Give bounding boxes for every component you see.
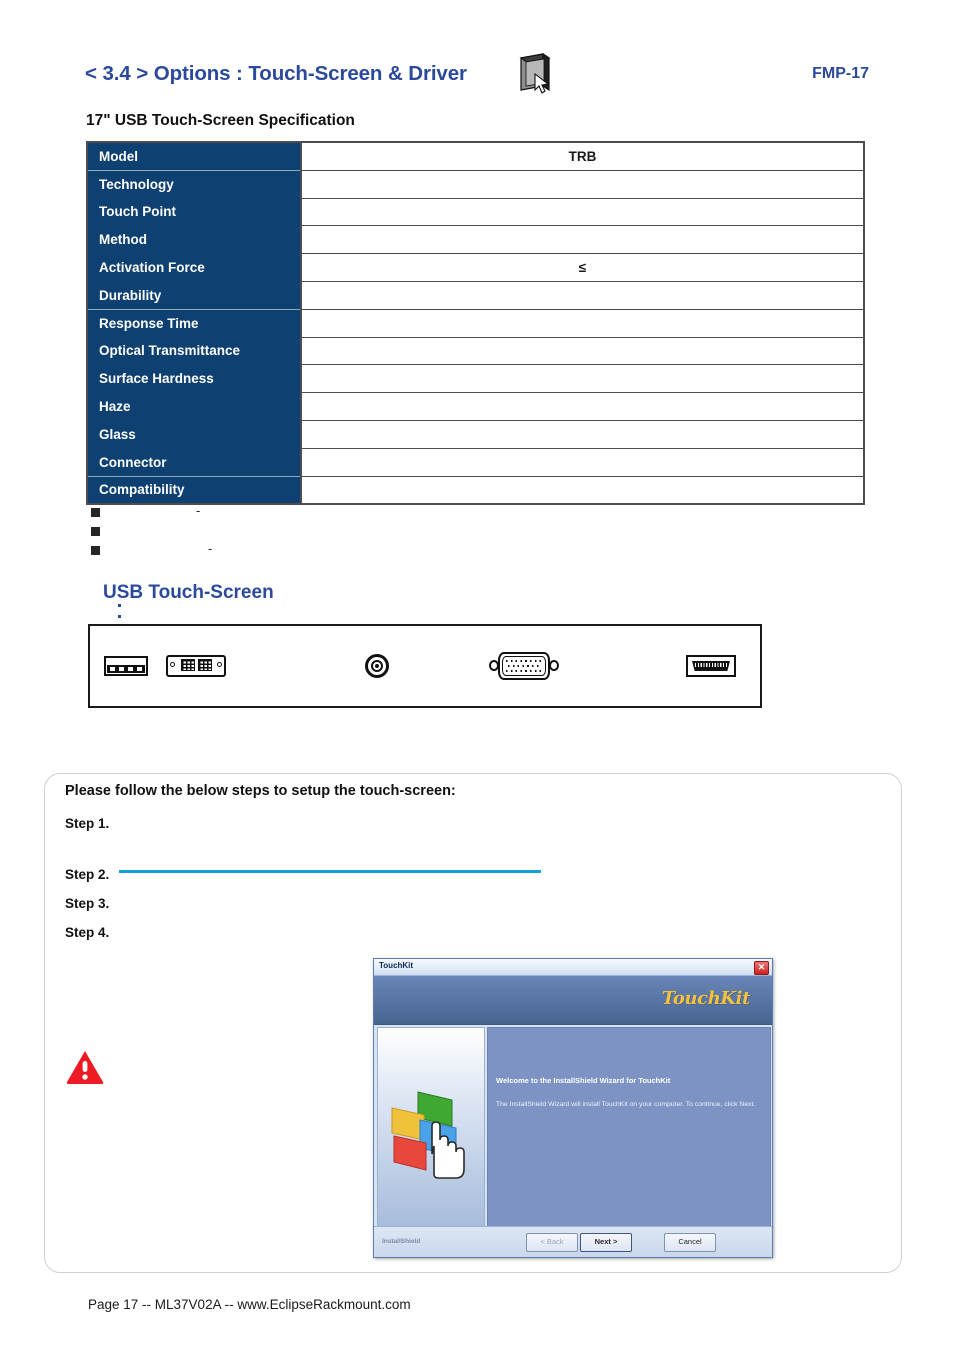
list-item: [86, 522, 586, 541]
step-2-label: Step 2.: [65, 867, 110, 882]
dialog-description: The InstallShield Wizard will install To…: [496, 1101, 756, 1108]
bnc-connector: [365, 654, 389, 678]
spec-row-label: Model: [87, 142, 302, 171]
spec-row-label: Connector: [87, 448, 302, 477]
monitor-cursor-icon: [513, 52, 557, 96]
table-row: Touch Point: [87, 198, 864, 227]
table-row: Activation Force ≤: [87, 253, 864, 282]
terminal-block-connector: [104, 656, 148, 676]
spec-table-body: Model TRB Technology Touch Point Method …: [87, 142, 864, 505]
spec-row-label: Surface Hardness: [87, 364, 302, 394]
table-row: Connector: [87, 448, 864, 477]
spec-row-value: [301, 392, 864, 421]
spec-row-value: [301, 309, 864, 338]
spec-row-value: [301, 364, 864, 394]
back-button[interactable]: < Back: [526, 1233, 578, 1252]
windows-panels-hand-icon: [391, 1091, 465, 1179]
connector-panel-heading: USB Touch-Screen: [103, 582, 274, 603]
note-text: -: [208, 541, 213, 556]
spec-row-label: Response Time: [87, 309, 302, 338]
dialog-welcome-heading: Welcome to the InstallShield Wizard for …: [496, 1076, 671, 1085]
cancel-button[interactable]: Cancel: [664, 1233, 716, 1252]
spec-row-label: Technology: [87, 170, 302, 199]
table-row: Optical Transmittance: [87, 337, 864, 366]
spec-row-label: Method: [87, 225, 302, 255]
spec-row-label: Durability: [87, 281, 302, 310]
table-row: Model TRB: [87, 142, 864, 171]
page-title: < 3.4 > Options : Touch-Screen & Driver: [85, 62, 467, 85]
spec-row-label: Haze: [87, 392, 302, 421]
spec-row-value: [301, 476, 864, 505]
spec-row-label: Compatibility: [87, 476, 302, 505]
dialog-banner: TouchKit: [374, 976, 772, 1025]
notes-list: - -: [86, 503, 586, 560]
dialog-content-pane: Welcome to the InstallShield Wizard for …: [487, 1027, 771, 1227]
spec-row-label: Activation Force: [87, 253, 302, 282]
spec-row-label: Touch Point: [87, 198, 302, 227]
touchscreen-spec-table: Model TRB Technology Touch Point Method …: [86, 141, 865, 506]
step-3-label: Step 3.: [65, 896, 110, 911]
spec-row-value: [301, 198, 864, 227]
dialog-title: TouchKit: [379, 961, 414, 970]
spec-row-value: [301, 420, 864, 449]
page-header: < 3.4 > Options : Touch-Screen & Driver …: [85, 52, 869, 98]
dvi-connector: [166, 655, 226, 677]
table-row: Glass: [87, 420, 864, 449]
setup-steps-card: Please follow the below steps to setup t…: [44, 773, 902, 1273]
touchkit-logo: TouchKit: [661, 988, 750, 1009]
step-4-label: Step 4.: [65, 925, 110, 940]
table-row: Response Time: [87, 309, 864, 338]
table-row: Method: [87, 225, 864, 255]
table-row: Technology: [87, 170, 864, 199]
square-bullet-icon: [91, 546, 100, 555]
table-row: Durability: [87, 281, 864, 310]
warning-triangle-icon: [65, 1049, 105, 1085]
rear-connector-panel: [88, 624, 762, 708]
list-item: -: [86, 541, 586, 560]
table-row: Haze: [87, 392, 864, 421]
spec-row-value: [301, 337, 864, 366]
table-row: Compatibility: [87, 476, 864, 505]
spec-row-value: [301, 225, 864, 255]
table-row: Surface Hardness: [87, 364, 864, 394]
page-footer: Page 17 -- ML37V02A -- www.EclipseRackmo…: [88, 1297, 411, 1312]
dialog-titlebar[interactable]: TouchKit ✕: [374, 959, 772, 976]
spec-row-label: Optical Transmittance: [87, 337, 302, 366]
square-bullet-icon: [91, 527, 100, 536]
spec-row-value: [301, 448, 864, 477]
spec-row-value: TRB: [301, 142, 864, 171]
close-icon[interactable]: ✕: [754, 960, 769, 975]
installshield-label: InstallShield: [382, 1238, 421, 1245]
spec-section-title: 17" USB Touch-Screen Specification: [86, 112, 355, 129]
spec-row-value: [301, 170, 864, 199]
list-item: -: [86, 503, 586, 522]
dialog-footer: InstallShield < Back Next > Cancel: [374, 1226, 772, 1257]
square-bullet-icon: [91, 508, 100, 517]
steps-intro-text: Please follow the below steps to setup t…: [65, 783, 456, 799]
touchkit-installer-dialog[interactable]: TouchKit ✕ TouchKit Welcome to the Insta…: [373, 958, 773, 1258]
spec-row-value: [301, 281, 864, 310]
next-button[interactable]: Next >: [580, 1233, 632, 1252]
dialog-sidebar-graphic: [377, 1027, 485, 1227]
note-text: -: [196, 503, 201, 518]
spec-row-label: Glass: [87, 420, 302, 449]
hdmi-connector: [686, 655, 736, 677]
step-1-label: Step 1.: [65, 816, 110, 831]
driver-download-link[interactable]: [119, 856, 541, 873]
vga-connector: [488, 651, 560, 681]
spec-row-value: ≤: [301, 253, 864, 282]
page-code: FMP-17: [812, 65, 869, 82]
